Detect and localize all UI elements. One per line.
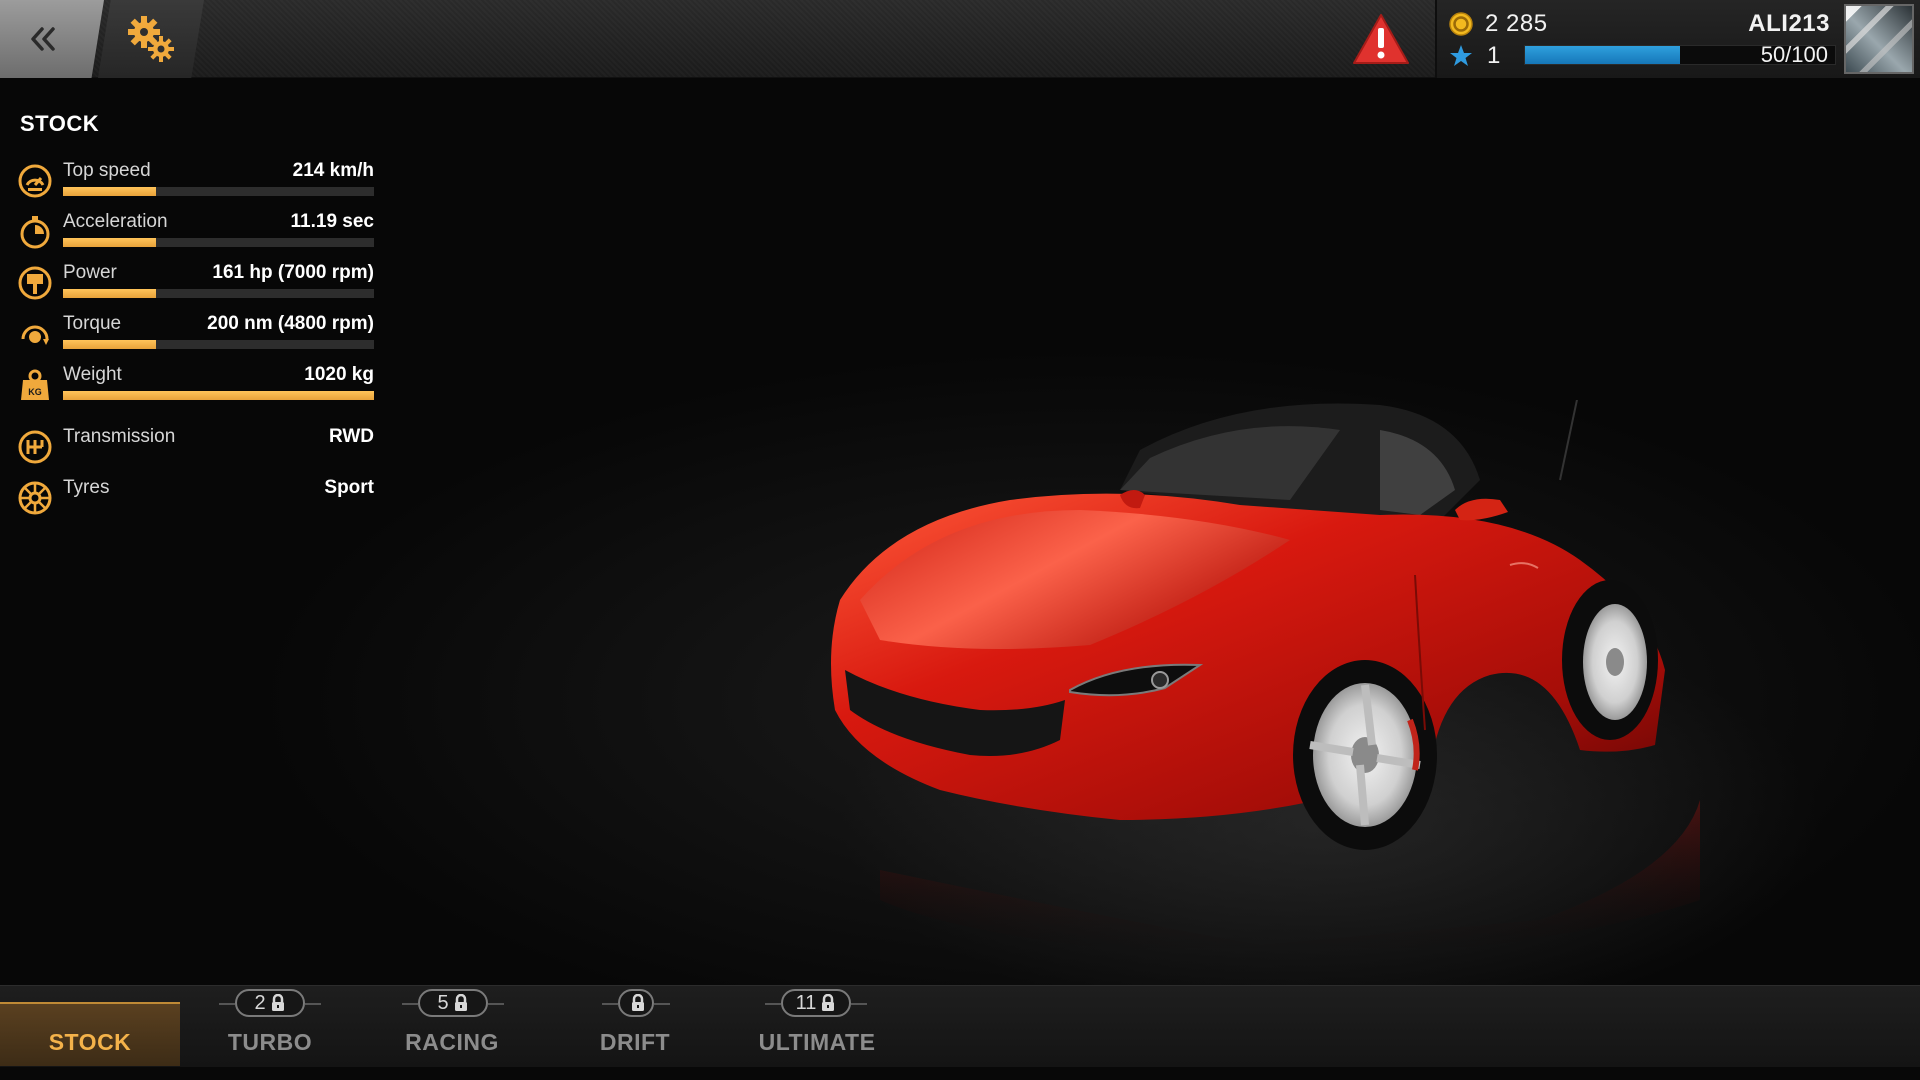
stat-value: 161 hp (7000 rpm)	[212, 262, 374, 283]
stat-value: 1020 kg	[304, 364, 374, 385]
double-chevron-left-icon	[31, 27, 55, 51]
tab-drift[interactable]: DRIFT	[545, 1002, 725, 1066]
stat-label: Top speed	[63, 160, 151, 181]
stat-value: 200 nm (4800 rpm)	[207, 313, 374, 334]
tab-label: DRIFT	[599, 1029, 671, 1055]
xp-text: 50/100	[1760, 42, 1828, 67]
stat-bar	[63, 238, 374, 247]
stat-acceleration: Acceleration 11.19 sec	[18, 211, 374, 255]
tab-ultimate[interactable]: ULTIMATE	[727, 1002, 907, 1066]
coin-icon	[1449, 12, 1473, 36]
stat-power: Power 161 hp (7000 rpm)	[18, 262, 374, 306]
piston-icon	[18, 266, 52, 300]
warning-triangle-icon[interactable]	[1352, 12, 1410, 66]
stat-bar	[63, 187, 374, 196]
tyre-icon	[18, 481, 52, 515]
stat-label: Tyres	[63, 477, 110, 498]
bottom-edge	[0, 1067, 1920, 1080]
player-level: 1	[1487, 42, 1501, 69]
stat-bar-fill	[63, 289, 157, 298]
stat-value: 214 km/h	[292, 160, 374, 181]
torque-icon	[21, 325, 49, 345]
avatar[interactable]	[1844, 4, 1914, 74]
car-model[interactable]	[820, 400, 1740, 960]
stat-torque: Torque 200 nm (4800 rpm)	[18, 313, 374, 357]
stat-label: Weight	[63, 364, 122, 385]
stat-label: Torque	[63, 313, 122, 334]
stat-bar-fill	[63, 238, 157, 247]
stat-bar-fill	[63, 340, 157, 349]
username: ALI213	[1748, 10, 1830, 37]
tab-racing[interactable]: RACING	[362, 1002, 542, 1066]
stat-bar	[63, 340, 374, 349]
tab-stock[interactable]: STOCK	[0, 1002, 180, 1066]
stat-label: Transmission	[63, 426, 176, 447]
panel-title: STOCK	[20, 111, 100, 136]
tab-label: TURBO	[227, 1029, 313, 1055]
stat-label: Acceleration	[63, 211, 168, 232]
tab-label: ULTIMATE	[758, 1029, 876, 1055]
tab-label: STOCK	[48, 1029, 132, 1055]
stat-bar-fill	[63, 391, 374, 400]
settings-button[interactable]	[98, 0, 204, 78]
weight-icon: KG	[21, 369, 49, 400]
back-button[interactable]	[0, 0, 104, 78]
stopwatch-icon	[20, 216, 50, 249]
stat-bar-fill	[63, 187, 157, 196]
stat-bar	[63, 289, 374, 298]
tab-turbo[interactable]: TURBO	[180, 1002, 360, 1066]
coin-balance: 2 285	[1485, 10, 1548, 37]
stat-top-speed: Top speed 214 km/h	[18, 160, 374, 204]
top-bar: 2 285 1 50/100 ALI213	[0, 0, 1920, 78]
gears-icon	[128, 16, 174, 62]
stat-value: 11.19 sec	[290, 211, 374, 232]
stat-tyres: Tyres Sport	[18, 477, 374, 521]
xp-progress-fill	[1525, 46, 1680, 64]
stat-bar	[63, 391, 374, 400]
gearbox-icon	[18, 430, 52, 464]
stat-label: Power	[63, 262, 117, 283]
stat-value: RWD	[328, 426, 374, 447]
svg-text:KG: KG	[28, 387, 42, 397]
tab-label: RACING	[405, 1029, 499, 1055]
stat-transmission: Transmission RWD	[18, 426, 374, 470]
stat-weight: KG Weight 1020 kg	[18, 364, 374, 408]
speedometer-icon	[18, 164, 52, 198]
stat-value: Sport	[324, 477, 374, 498]
star-icon	[1450, 45, 1472, 66]
